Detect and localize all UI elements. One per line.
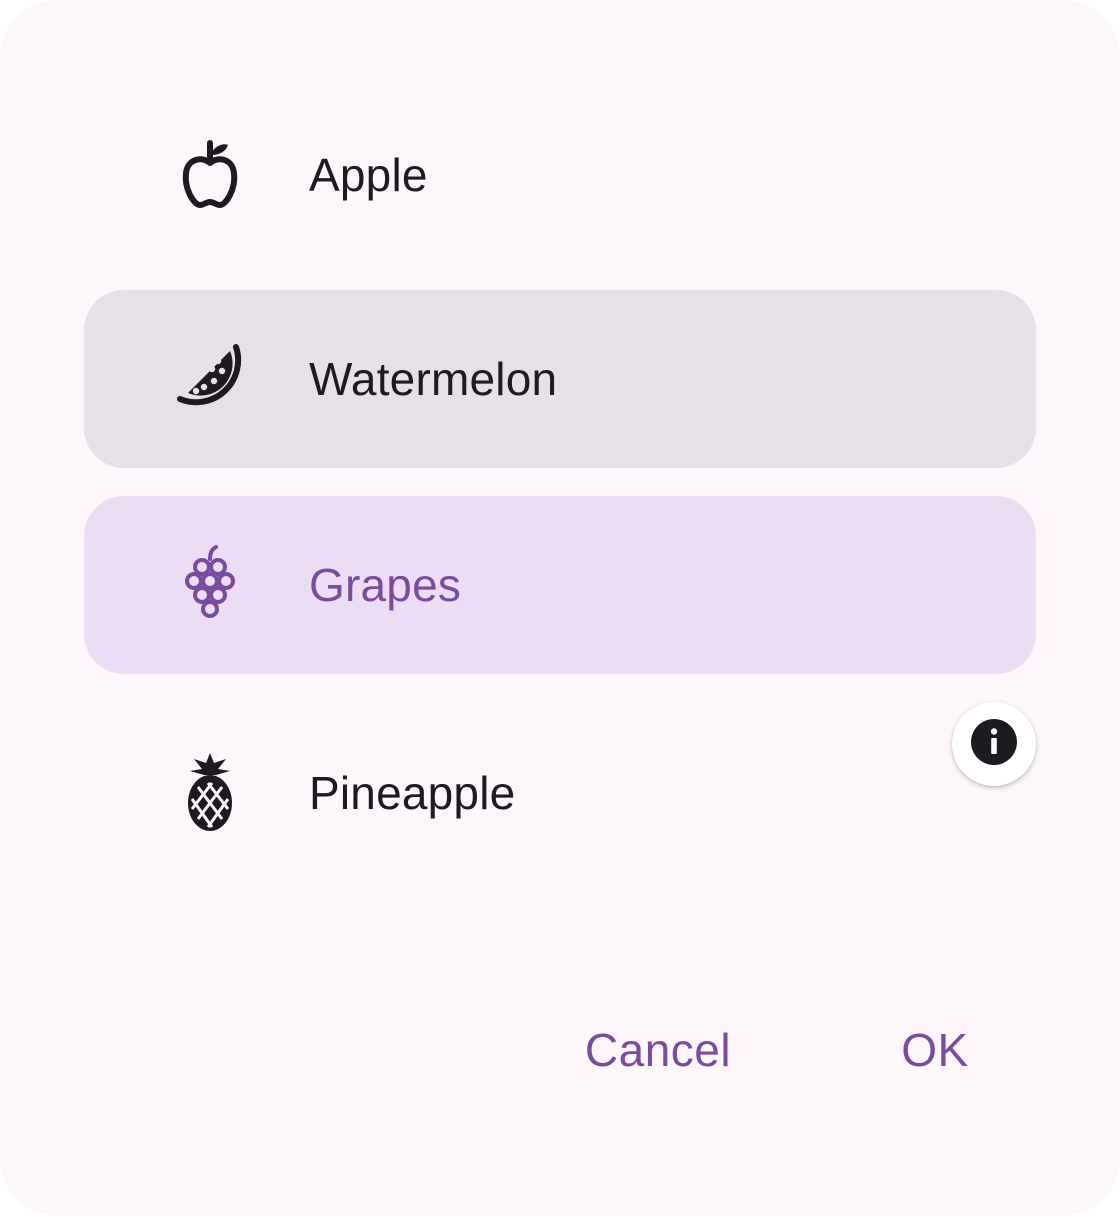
- option-grapes[interactable]: Grapes: [84, 496, 1036, 674]
- option-apple[interactable]: Apple: [84, 86, 1036, 264]
- option-pineapple[interactable]: Pineapple: [84, 704, 1036, 882]
- info-icon: [970, 718, 1018, 771]
- watermelon-icon: [168, 337, 252, 421]
- option-label: Apple: [309, 149, 428, 201]
- selection-dialog: Apple Watermelon Grapes Pineapple Cancel…: [0, 0, 1120, 1216]
- pineapple-icon: [168, 751, 252, 835]
- option-label: Pineapple: [309, 767, 516, 819]
- apple-icon: [168, 133, 252, 217]
- option-label: Watermelon: [309, 353, 558, 405]
- option-watermelon[interactable]: Watermelon: [84, 290, 1036, 468]
- option-label: Grapes: [309, 559, 462, 611]
- grapes-icon: [168, 543, 252, 627]
- cancel-button[interactable]: Cancel: [560, 1010, 756, 1090]
- ok-button[interactable]: OK: [880, 1010, 990, 1090]
- info-button[interactable]: [952, 702, 1036, 786]
